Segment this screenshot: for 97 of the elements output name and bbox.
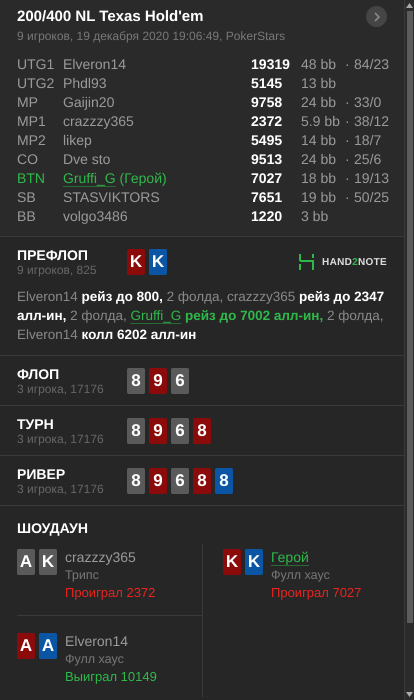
- street-title: ФЛОП: [17, 366, 60, 382]
- playing-card: 9: [149, 468, 167, 494]
- logo-text: HAND2NOTE: [322, 256, 387, 268]
- player-name: crazzzy365: [63, 112, 135, 131]
- player-bb: 24 bb: [301, 93, 338, 112]
- separator-dot: ·: [345, 112, 351, 131]
- street-title: ТУРН: [17, 416, 55, 432]
- playing-card: A: [17, 549, 35, 575]
- player-stack: 19319: [251, 55, 291, 74]
- result-text: Проиграл 2372: [65, 585, 156, 601]
- playing-card: A: [17, 633, 35, 659]
- player-bb: 24 bb: [301, 150, 338, 169]
- street-info: 3 игрока, 17176: [17, 482, 105, 496]
- action-log: Elveron14 рейз до 800, 2 фолда, crazzzy365 рейз до 2347 алл-ин, 2 фолда, Gruffi_G рейз до 7002 алл-ин, 2 фолда, Elveron14 колл 6202 алл-ин: [17, 288, 386, 344]
- playing-card: 6: [171, 368, 189, 394]
- player-bb: 14 bb: [301, 131, 338, 150]
- player-stack: 5145: [251, 74, 284, 93]
- playing-card: 8: [127, 418, 145, 444]
- playing-card: 6: [171, 468, 189, 494]
- hand-rank: Фулл хаус: [271, 567, 331, 583]
- player-name: Gruffi_G (Герой): [63, 169, 168, 188]
- separator-dot: ·: [345, 169, 351, 188]
- playing-card: 8: [127, 368, 145, 394]
- player-stack: 9758: [251, 93, 284, 112]
- playing-card: 9: [149, 368, 167, 394]
- player-position: SB: [17, 188, 37, 207]
- player-stats: 50/25: [354, 188, 390, 207]
- player-stack: 1220: [251, 207, 284, 226]
- scroll-down-icon[interactable]: [406, 692, 413, 697]
- player-bb: 5.9 bb: [301, 112, 341, 131]
- player-stack: 7651: [251, 188, 284, 207]
- player-name: Elveron14: [65, 632, 128, 651]
- player-position: MP1: [17, 112, 47, 131]
- playing-card: K: [149, 249, 167, 275]
- playing-card: 9: [149, 418, 167, 444]
- player-name: STASVIKTORS: [63, 188, 161, 207]
- playing-card: K: [223, 549, 241, 575]
- player-name: Phdl93: [63, 74, 108, 93]
- playing-card: 8: [127, 468, 145, 494]
- player-stack: 5495: [251, 131, 284, 150]
- hand-title: 200/400 NL Texas Hold'em: [17, 8, 204, 25]
- street-info: 9 игроков, 825: [17, 263, 98, 277]
- player-stats: 38/12: [354, 112, 390, 131]
- player-position: MP2: [17, 131, 47, 150]
- player-stack: 9513: [251, 150, 284, 169]
- player-name: Elveron14: [63, 55, 128, 74]
- separator-dot: ·: [345, 93, 351, 112]
- player-name: Герой: [271, 548, 309, 567]
- player-name: Gaijin20: [63, 93, 116, 112]
- hand-info: 9 игроков, 19 декабря 2020 19:06:49, PokerStars: [17, 29, 286, 43]
- player-position: MP: [17, 93, 39, 112]
- player-stats: 25/6: [354, 150, 382, 169]
- player-stack: 2372: [251, 112, 284, 131]
- showdown-title: ШОУДАУН: [17, 520, 89, 536]
- player-position: BTN: [17, 169, 46, 188]
- result-text: Проиграл 7027: [271, 585, 362, 601]
- player-bb: 19 bb: [301, 188, 338, 207]
- player-name: likep: [63, 131, 93, 150]
- street-title: ПРЕФЛОП: [17, 247, 89, 263]
- playing-card: 8: [215, 468, 233, 494]
- street-info: 3 игрока, 17176: [17, 382, 105, 396]
- playing-card: 8: [193, 418, 211, 444]
- street-info: 3 игрока, 17176: [17, 432, 105, 446]
- separator-dot: ·: [345, 188, 351, 207]
- playing-card: K: [127, 249, 145, 275]
- player-bb: 18 bb: [301, 169, 338, 188]
- player-stats: 84/23: [354, 55, 390, 74]
- next-button[interactable]: [366, 6, 387, 27]
- playing-card: 6: [171, 418, 189, 444]
- player-stats: 33/0: [354, 93, 382, 112]
- logo-icon: [298, 253, 316, 271]
- player-position: UTG1: [17, 55, 56, 74]
- playing-card: K: [39, 549, 57, 575]
- player-name: volgo3486: [63, 207, 129, 226]
- result-text: Выиграл 10149: [65, 669, 157, 685]
- player-stack: 7027: [251, 169, 284, 188]
- player-stats: 19/13: [354, 169, 390, 188]
- player-position: UTG2: [17, 74, 56, 93]
- separator-dot: ·: [345, 55, 351, 74]
- hand-rank: Фулл хаус: [65, 651, 125, 667]
- player-bb: 3 bb: [301, 207, 330, 226]
- street-title: РИВЕР: [17, 466, 66, 482]
- player-position: BB: [17, 207, 37, 226]
- player-position: CO: [17, 150, 39, 169]
- player-name: crazzzy365: [65, 548, 136, 567]
- playing-card: K: [245, 549, 263, 575]
- player-stats: 18/7: [354, 131, 382, 150]
- player-bb: 48 bb: [301, 55, 338, 74]
- player-bb: 13 bb: [301, 74, 338, 93]
- scroll-up-icon[interactable]: [406, 3, 413, 8]
- chevron-icon: [372, 12, 380, 22]
- hand-rank: Трипс: [65, 567, 100, 583]
- separator-dot: ·: [345, 150, 351, 169]
- separator-dot: ·: [345, 131, 351, 150]
- playing-card: 8: [193, 468, 211, 494]
- playing-card: A: [39, 633, 57, 659]
- player-name: Dve sto: [63, 150, 112, 169]
